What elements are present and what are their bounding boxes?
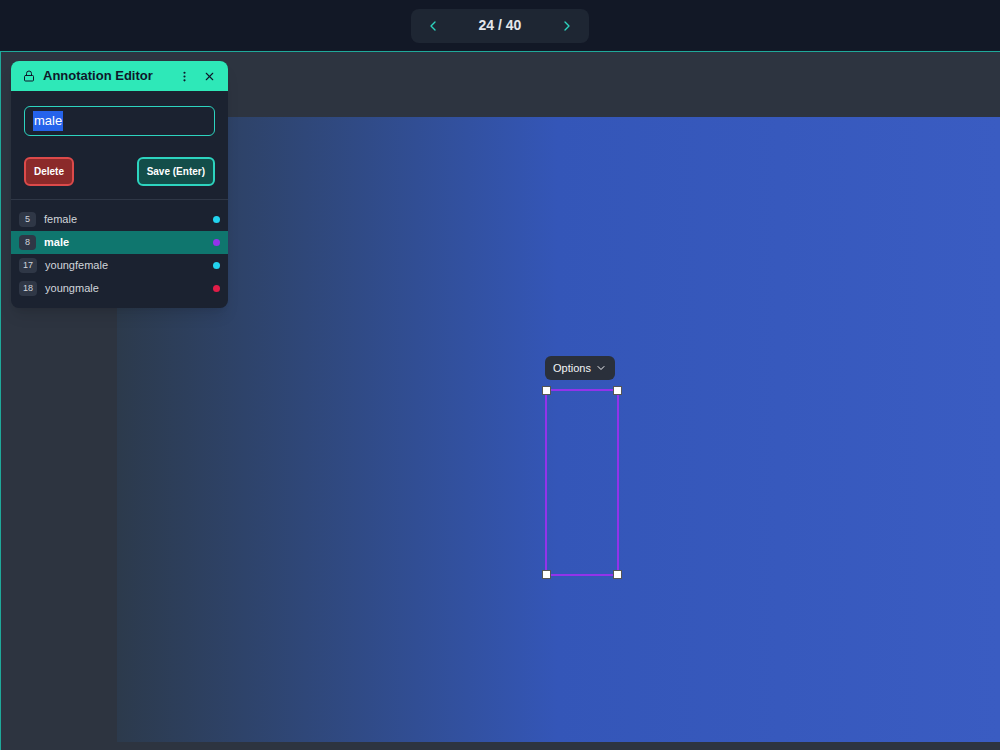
bounding-box[interactable] — [545, 389, 619, 576]
workspace: Options Annotation Editor male Delete Save (… — [0, 51, 1000, 750]
label-name: male — [44, 234, 205, 251]
next-button[interactable] — [557, 16, 577, 36]
delete-button[interactable]: Delete — [24, 157, 74, 186]
label-input-value: male — [33, 111, 63, 131]
label-input[interactable]: male — [24, 106, 215, 136]
label-color-dot — [213, 285, 220, 292]
label-item[interactable]: 18 youngmale — [11, 277, 228, 300]
label-item[interactable]: 17 youngfemale — [11, 254, 228, 277]
label-color-dot — [213, 262, 220, 269]
editor-title: Annotation Editor — [43, 66, 170, 86]
close-icon[interactable] — [203, 70, 216, 83]
resize-handle[interactable] — [542, 386, 551, 395]
image-canvas[interactable]: Options — [117, 117, 1000, 742]
prev-button[interactable] — [423, 16, 443, 36]
options-button[interactable]: Options — [545, 356, 615, 380]
resize-handle[interactable] — [613, 570, 622, 579]
editor-body: male Delete Save (Enter) — [11, 91, 228, 200]
annotation-editor: Annotation Editor male Delete Save (Enter) 5… — [11, 61, 228, 308]
resize-handle[interactable] — [613, 386, 622, 395]
label-count: 18 — [19, 281, 37, 296]
pager: 24 / 40 — [411, 9, 590, 43]
label-item[interactable]: 5 female — [11, 208, 228, 231]
save-button[interactable]: Save (Enter) — [137, 157, 215, 186]
editor-actions: Delete Save (Enter) — [24, 157, 215, 186]
label-count: 8 — [19, 235, 36, 250]
chevron-right-icon — [559, 18, 575, 34]
lock-icon — [23, 70, 35, 82]
label-color-dot — [213, 239, 220, 246]
label-name: female — [44, 211, 205, 228]
top-bar: 24 / 40 — [0, 0, 1000, 51]
label-count: 17 — [19, 258, 37, 273]
editor-header[interactable]: Annotation Editor — [11, 61, 228, 91]
label-list: 5 female 8 male 17 youngfemale 18 youngmale — [11, 200, 228, 308]
label-name: youngfemale — [45, 257, 205, 274]
page-indicator: 24 / 40 — [455, 15, 546, 36]
chevron-left-icon — [425, 18, 441, 34]
label-count: 5 — [19, 212, 36, 227]
label-name: youngmale — [45, 280, 205, 297]
chevron-down-icon — [595, 362, 607, 374]
label-item[interactable]: 8 male — [11, 231, 228, 254]
more-icon[interactable] — [178, 70, 191, 83]
app: 24 / 40 Options Annotation Editor male Delet… — [0, 0, 1000, 750]
label-color-dot — [213, 216, 220, 223]
resize-handle[interactable] — [542, 570, 551, 579]
